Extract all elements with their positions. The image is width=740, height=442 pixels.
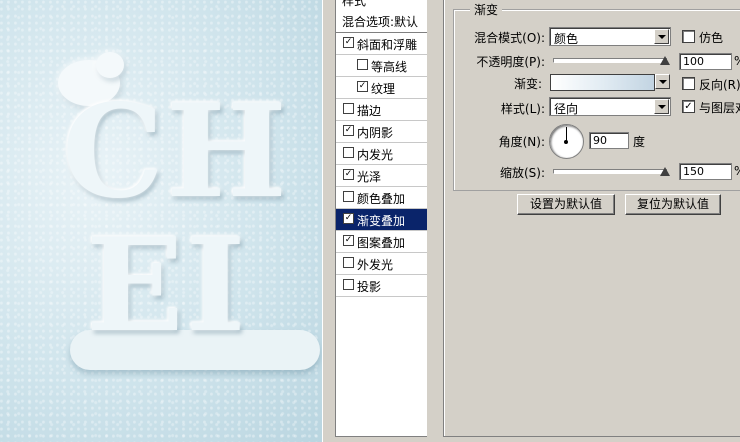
style-item[interactable]: ✓ 纹理 [336, 77, 427, 99]
angle-unit: 度 [633, 135, 646, 149]
opacity-input[interactable]: 100 [679, 53, 732, 70]
blend-mode-select[interactable]: 颜色 [549, 27, 671, 46]
angle-label: 角度(N): [498, 135, 545, 149]
align-with-layer-checkbox[interactable]: ✓ [682, 100, 695, 113]
style-label: 样式(L): [500, 102, 545, 116]
style-select[interactable]: 径向 [549, 97, 671, 116]
group-title: 渐变 [470, 1, 503, 18]
reset-to-default-button[interactable]: 复位为默认值 [625, 194, 721, 215]
styles-list: 样式 混合选项:默认 ✓ 斜面和浮雕 等高线 ✓ 纹理 描边 ✓ 内阴影 内发光 ✓ 光泽 颜色叠加 ✓… [335, 0, 428, 437]
reverse-checkbox[interactable] [682, 77, 695, 90]
style-item-checkbox[interactable] [343, 279, 354, 290]
opacity-slider-track[interactable] [553, 58, 667, 63]
angle-input[interactable]: 90 [589, 132, 629, 149]
style-item-label: 光泽 [357, 170, 382, 184]
preview-text-line1: CH [62, 77, 289, 227]
chevron-down-icon[interactable] [654, 29, 669, 44]
style-item[interactable]: ✓ 图案叠加 [336, 231, 427, 253]
angle-dial[interactable] [549, 124, 584, 159]
scale-slider-thumb[interactable] [660, 167, 670, 179]
style-item-label: 渐变叠加 [357, 214, 406, 228]
style-item[interactable]: 颜色叠加 [336, 187, 427, 209]
dither-checkbox[interactable] [682, 30, 695, 43]
style-item-label: 内发光 [357, 148, 394, 162]
style-item-label: 等高线 [371, 60, 408, 74]
style-item[interactable]: ✓ 内阴影 [336, 121, 427, 143]
style-item-label: 投影 [357, 280, 382, 294]
opacity-unit: % [734, 54, 740, 68]
style-item-checkbox[interactable] [343, 257, 354, 268]
make-default-button[interactable]: 设置为默认值 [517, 194, 615, 215]
style-item-label: 颜色叠加 [357, 192, 406, 206]
style-item-checkbox[interactable]: ✓ [343, 37, 354, 48]
style-item-checkbox[interactable] [357, 59, 368, 70]
styles-list-header: 样式 混合选项:默认 [336, 0, 427, 33]
opacity-label: 不透明度(P): [476, 55, 545, 69]
styles-header-label: 样式 [342, 0, 367, 8]
snow-lump [96, 52, 124, 78]
angle-center-dot [564, 140, 568, 144]
style-item[interactable]: ✓ 斜面和浮雕 [336, 33, 427, 55]
style-item-label: 描边 [357, 104, 382, 118]
style-item-label: 纹理 [371, 82, 396, 96]
style-item-label: 斜面和浮雕 [357, 38, 418, 52]
style-item-checkbox[interactable] [343, 147, 354, 158]
style-item-checkbox[interactable]: ✓ [343, 235, 354, 246]
style-item[interactable]: 外发光 [336, 253, 427, 275]
style-item-checkbox[interactable]: ✓ [343, 213, 354, 224]
blend-mode-value: 颜色 [554, 32, 579, 46]
style-item[interactable]: 等高线 [336, 55, 427, 77]
style-value: 径向 [554, 102, 579, 116]
gradient-picker[interactable] [654, 73, 671, 92]
dither-label: 仿色 [699, 31, 724, 45]
reverse-label: 反向(R) [699, 78, 740, 92]
gradient-label: 渐变: [513, 77, 542, 91]
style-item-label: 外发光 [357, 258, 394, 272]
chevron-down-icon[interactable] [655, 74, 670, 89]
blend-mode-label: 混合模式(O): [474, 31, 545, 45]
blending-options-item[interactable]: 混合选项:默认 [342, 13, 426, 30]
scale-input[interactable]: 150 [679, 163, 732, 180]
style-item-checkbox[interactable] [343, 103, 354, 114]
style-item-checkbox[interactable]: ✓ [343, 125, 354, 136]
scale-slider-track[interactable] [553, 169, 667, 174]
opacity-slider-thumb[interactable] [660, 56, 670, 68]
style-item-label: 图案叠加 [357, 236, 406, 250]
scale-unit: % [734, 164, 740, 178]
preview-text-line2: EI [86, 211, 248, 361]
style-item-label: 内阴影 [357, 126, 394, 140]
style-item-checkbox[interactable]: ✓ [343, 169, 354, 180]
canvas-divider [322, 0, 335, 442]
style-item[interactable]: 内发光 [336, 143, 427, 165]
style-item[interactable]: 描边 [336, 99, 427, 121]
style-item-checkbox[interactable]: ✓ [357, 81, 368, 92]
gradient-preview[interactable] [550, 74, 655, 91]
style-item[interactable]: 投影 [336, 275, 427, 297]
style-item-checkbox[interactable] [343, 191, 354, 202]
chevron-down-icon[interactable] [654, 99, 669, 114]
scale-label: 缩放(S): [499, 166, 545, 180]
canvas-preview: CH EI [0, 0, 322, 442]
style-item[interactable]: ✓ 渐变叠加 [336, 209, 427, 231]
style-item[interactable]: ✓ 光泽 [336, 165, 427, 187]
align-with-layer-label: 与图层对 [699, 101, 740, 115]
